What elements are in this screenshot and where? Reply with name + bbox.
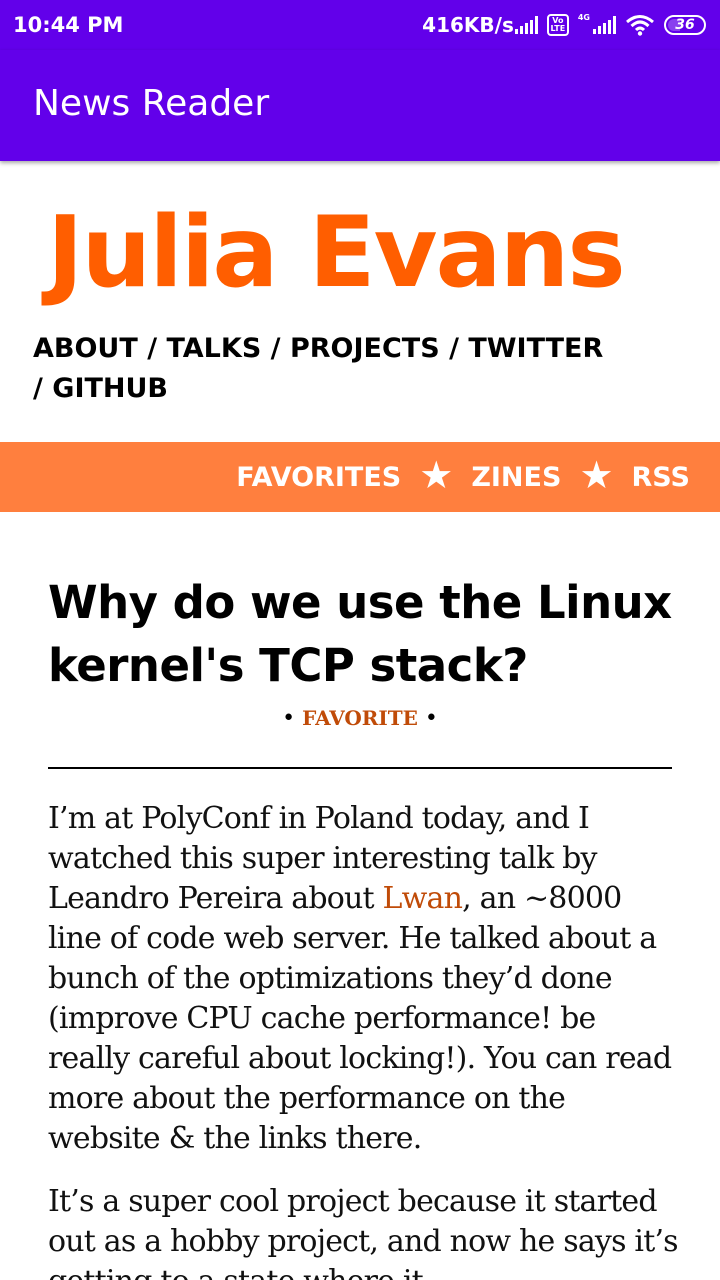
network-type-label: 4G [577, 12, 590, 22]
nav-separator: / [270, 333, 281, 364]
wifi-icon [625, 14, 655, 36]
paragraph: It’s a super cool project because it sta… [48, 1184, 679, 1280]
post-tag-line: • FAVORITE • [0, 706, 720, 731]
status-icons: 416KB/s Vo LTE 4G 36 [422, 13, 706, 37]
link-zines[interactable]: ZINES [471, 462, 561, 493]
cellular-signal-icon [593, 16, 616, 34]
nav-separator: / [147, 333, 158, 364]
post-title: Why do we use the Linux kernel's TCP sta… [48, 576, 672, 692]
nav-link-talks[interactable]: TALKS [166, 333, 261, 364]
signal-icon [514, 16, 538, 34]
battery-icon: 36 [664, 15, 706, 35]
app-bar: News Reader [0, 50, 720, 161]
paragraph-text: , an ~8000 line of code web server. He t… [48, 881, 672, 1156]
site-title[interactable]: Julia Evans [47, 193, 626, 313]
nav-link-about[interactable]: ABOUT [33, 333, 138, 364]
divider [48, 767, 672, 769]
post-body: I’m at PolyConf in Poland today, and I w… [48, 799, 679, 1280]
link-lwan[interactable]: Lwan [383, 881, 463, 916]
link-rss[interactable]: RSS [632, 462, 690, 493]
network-speed: 416KB/s [422, 13, 514, 37]
nav-separator: / [449, 333, 459, 364]
article-webview[interactable]: Julia Evans ABOUT / TALKS / PROJECTS / T… [0, 161, 720, 1280]
bullet: • [282, 706, 296, 731]
nav-link-twitter[interactable]: TWITTER [468, 333, 603, 364]
site-nav: ABOUT / TALKS / PROJECTS / TWITTER / GIT… [33, 329, 653, 409]
volte-icon: Vo LTE [546, 14, 569, 36]
tag-link-favorite[interactable]: FAVORITE [302, 706, 418, 730]
nav-link-github[interactable]: GITHUB [52, 373, 168, 404]
nav-separator: / [33, 373, 43, 404]
paragraph: I’m at PolyConf in Poland today, and I w… [48, 799, 678, 1159]
links-bar: FAVORITES ★ ZINES ★ RSS [0, 442, 720, 512]
status-bar: 10:44 PM 416KB/s Vo LTE 4G 36 [0, 0, 720, 50]
volte-bottom-label: LTE [550, 24, 566, 33]
app-title: News Reader [33, 83, 270, 124]
bullet: • [424, 706, 438, 731]
star-icon: ★ [419, 453, 454, 497]
star-icon: ★ [579, 453, 614, 497]
link-favorites[interactable]: FAVORITES [236, 462, 401, 493]
status-time: 10:44 PM [13, 13, 124, 37]
battery-level: 36 [675, 17, 695, 33]
nav-link-projects[interactable]: PROJECTS [290, 333, 440, 364]
